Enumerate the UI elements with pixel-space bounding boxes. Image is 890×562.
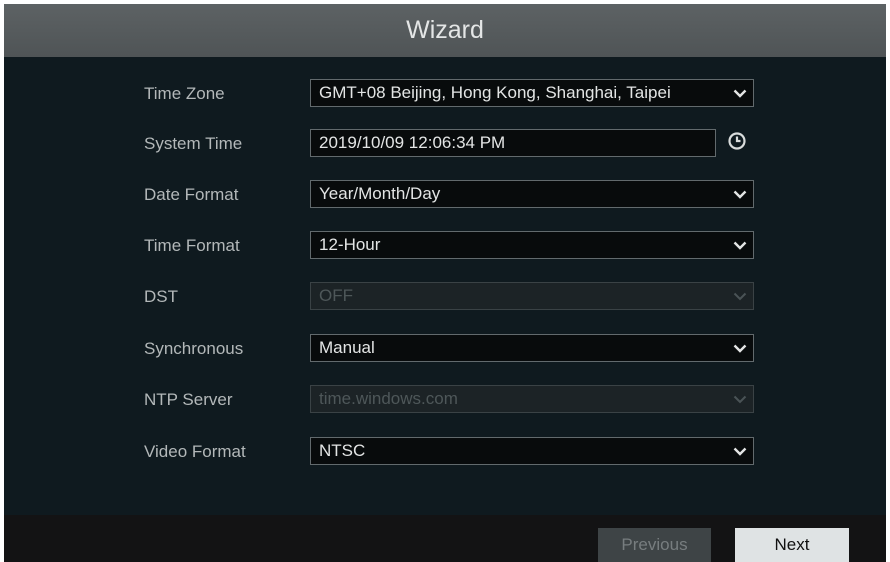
wizard-footer: Previous Next [4, 515, 886, 562]
set-time-button[interactable] [720, 127, 754, 159]
wizard-window: Wizard Time Zone GMT+08 Beijing, Hong Ko… [4, 4, 886, 562]
chevron-down-icon[interactable] [727, 438, 753, 464]
video-format-value: NTSC [319, 441, 366, 460]
time-zone-value: GMT+08 Beijing, Hong Kong, Shanghai, Tai… [319, 83, 671, 102]
time-zone-select[interactable]: GMT+08 Beijing, Hong Kong, Shanghai, Tai… [310, 79, 754, 107]
system-time-input[interactable]: 2019/10/09 12:06:34 PM [310, 129, 716, 157]
date-format-value: Year/Month/Day [319, 184, 441, 203]
time-zone-label: Time Zone [144, 84, 225, 103]
dst-value: OFF [319, 286, 353, 305]
ntp-server-label: NTP Server [144, 390, 233, 409]
video-format-label: Video Format [144, 442, 246, 461]
video-format-select[interactable]: NTSC [310, 437, 754, 465]
dst-label: DST [144, 287, 178, 306]
previous-button[interactable]: Previous [598, 528, 711, 562]
time-format-label: Time Format [144, 236, 240, 255]
date-format-label: Date Format [144, 185, 239, 204]
chevron-down-icon [727, 386, 753, 412]
chevron-down-icon[interactable] [727, 232, 753, 258]
ntp-server-select: time.windows.com [310, 385, 754, 413]
time-format-select[interactable]: 12-Hour [310, 231, 754, 259]
chevron-down-icon[interactable] [727, 181, 753, 207]
ntp-server-value: time.windows.com [319, 389, 458, 408]
clock-icon [727, 131, 747, 156]
dst-select: OFF [310, 282, 754, 310]
synchronous-label: Synchronous [144, 339, 244, 358]
synchronous-select[interactable]: Manual [310, 334, 754, 362]
chevron-down-icon[interactable] [727, 80, 753, 106]
chevron-down-icon[interactable] [727, 335, 753, 361]
wizard-form: Time Zone GMT+08 Beijing, Hong Kong, Sha… [4, 57, 886, 515]
synchronous-value: Manual [319, 338, 375, 357]
system-time-label: System Time [144, 134, 243, 153]
window-title-bar: Wizard [4, 4, 886, 57]
system-time-value: 2019/10/09 12:06:34 PM [319, 133, 506, 152]
date-format-select[interactable]: Year/Month/Day [310, 180, 754, 208]
time-format-value: 12-Hour [319, 235, 381, 254]
window-title: Wizard [406, 16, 484, 44]
chevron-down-icon [727, 283, 753, 309]
next-button[interactable]: Next [735, 528, 849, 562]
